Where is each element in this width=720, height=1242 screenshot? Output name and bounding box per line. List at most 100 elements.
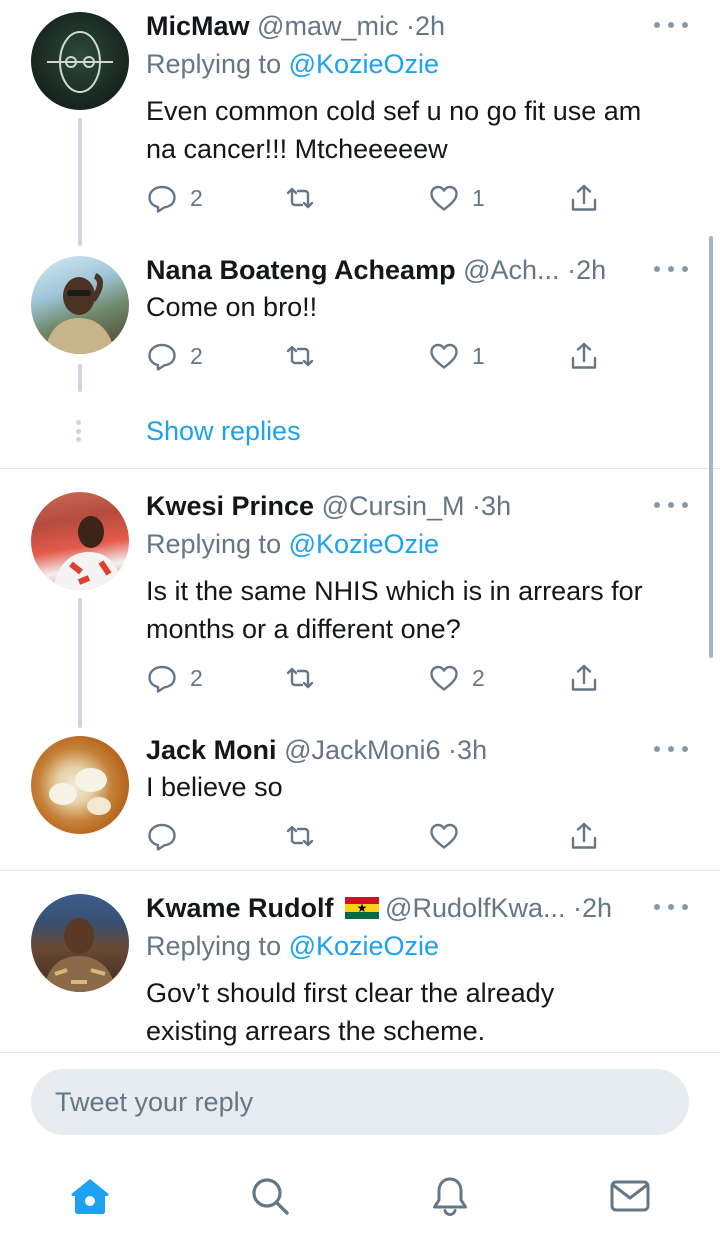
user-handle[interactable]: @maw_mic (257, 11, 398, 41)
reply-bar (0, 1052, 720, 1152)
tweet-header: Jack Moni @JackMoni6 ·3h (146, 730, 646, 770)
avatar[interactable] (31, 894, 129, 992)
avatar[interactable] (31, 256, 129, 354)
retweet-icon (286, 825, 314, 847)
divider (0, 468, 720, 469)
share-button[interactable] (568, 178, 600, 218)
heart-icon (430, 185, 458, 211)
replying-to-prefix: Replying to (146, 931, 289, 961)
heart-icon (430, 343, 458, 369)
user-handle[interactable]: @Ach... (463, 255, 559, 285)
share-icon (571, 184, 597, 211)
tweet-card[interactable]: MicMaw @maw_mic ·2h Replying to @KozieOz… (0, 0, 720, 246)
mail-icon (610, 1180, 650, 1212)
share-button[interactable] (568, 336, 600, 376)
tweet-text: Gov’t should first clear the already exi… (146, 974, 696, 1050)
user-handle[interactable]: @JackMoni6 (284, 735, 440, 765)
retweet-button[interactable] (284, 336, 328, 376)
thread-line (78, 364, 82, 392)
more-options-icon[interactable] (654, 742, 688, 756)
share-icon (571, 822, 597, 849)
tweet-card[interactable]: Nana Boateng Acheamp @Ach... ·2h Come on… (0, 248, 720, 468)
tweet-text: I believe so (146, 768, 696, 806)
more-options-icon[interactable] (654, 262, 688, 276)
tweet-text-line: I believe so (146, 772, 283, 802)
tweet-header: Kwesi Prince @Cursin_M ·3h (146, 486, 646, 526)
tweet-header: MicMaw @maw_mic ·2h (146, 6, 646, 46)
retweet-icon (286, 345, 314, 367)
home-icon (71, 1179, 109, 1214)
tweet-actions (146, 816, 616, 856)
mention-link[interactable]: @KozieOzie (289, 931, 439, 961)
tab-home[interactable] (68, 1174, 112, 1218)
like-button[interactable]: 1 (428, 178, 485, 218)
separator-dot: · (567, 255, 577, 285)
bell-icon (433, 1177, 467, 1217)
like-count: 2 (472, 664, 485, 691)
tweet-text-line: Gov’t should first clear the already (146, 978, 555, 1008)
retweet-button[interactable] (284, 658, 328, 698)
mention-link[interactable]: @KozieOzie (289, 49, 439, 79)
user-handle[interactable]: @RudolfKwa... (385, 893, 565, 923)
avatar[interactable] (31, 12, 129, 110)
more-options-icon[interactable] (654, 900, 688, 914)
replying-to: Replying to @KozieOzie (146, 44, 439, 84)
thread-line (78, 598, 82, 728)
tweet-card[interactable]: Kwesi Prince @Cursin_M ·3h Replying to @… (0, 480, 720, 728)
mention-link[interactable]: @KozieOzie (289, 529, 439, 559)
avatar[interactable] (31, 736, 129, 834)
tweet-card[interactable]: Jack Moni @JackMoni6 ·3h I believe so (0, 728, 720, 868)
user-name[interactable]: MicMaw (146, 11, 250, 41)
reply-button[interactable]: 2 (146, 658, 203, 698)
thread-line (78, 118, 82, 246)
like-button[interactable] (428, 816, 472, 856)
tweet-actions: 2 1 (146, 336, 616, 376)
replying-to-prefix: Replying to (146, 49, 289, 79)
more-replies-dots-icon (76, 420, 82, 442)
more-options-icon[interactable] (654, 498, 688, 512)
separator-dot: · (573, 893, 583, 923)
timestamp: 2h (414, 11, 446, 41)
tab-search[interactable] (248, 1174, 292, 1218)
user-name[interactable]: Nana Boateng Acheamp (146, 255, 456, 285)
separator-dot: · (472, 491, 482, 521)
avatar[interactable] (31, 492, 129, 590)
tweet-card[interactable]: Kwame Rudolf ★ @RudolfKwa... ·2h Replying… (0, 882, 720, 1052)
replying-to-prefix: Replying to (146, 529, 289, 559)
retweet-button[interactable] (284, 816, 328, 856)
user-handle[interactable]: @Cursin_M (322, 491, 465, 521)
share-icon (571, 664, 597, 691)
timestamp: 3h (481, 491, 512, 521)
reply-count: 2 (190, 664, 203, 691)
user-name[interactable]: Kwesi Prince (146, 491, 314, 521)
tweet-actions: 2 2 (146, 658, 616, 698)
heart-icon (430, 823, 458, 849)
reply-icon (148, 343, 176, 371)
divider (0, 870, 720, 871)
share-icon (571, 342, 597, 369)
tweet-text-line: Even common cold sef u no go fit use am (146, 96, 642, 126)
share-button[interactable] (568, 658, 600, 698)
reply-button[interactable] (146, 816, 190, 856)
search-icon (252, 1178, 289, 1215)
tweet-header: Kwame Rudolf ★ @RudolfKwa... ·2h (146, 888, 646, 928)
reply-thread-feed[interactable]: MicMaw @maw_mic ·2h Replying to @KozieOz… (0, 0, 720, 1052)
reply-button[interactable]: 2 (146, 336, 203, 376)
user-name[interactable]: Kwame Rudolf (146, 893, 334, 923)
tweet-text-line: existing arrears the scheme. (146, 1016, 486, 1046)
user-name[interactable]: Jack Moni (146, 735, 277, 765)
share-button[interactable] (568, 816, 600, 856)
scrollbar[interactable] (709, 236, 713, 658)
retweet-button[interactable] (284, 178, 328, 218)
like-button[interactable]: 2 (428, 658, 485, 698)
replying-to: Replying to @KozieOzie (146, 524, 439, 564)
reply-button[interactable]: 2 (146, 178, 203, 218)
more-options-icon[interactable] (654, 18, 688, 32)
tweet-text-line: Come on bro!! (146, 292, 318, 322)
tweet-reply-input[interactable] (31, 1069, 689, 1135)
like-button[interactable]: 1 (428, 336, 485, 376)
tab-messages[interactable] (608, 1174, 652, 1218)
show-replies-link[interactable]: Show replies (146, 411, 301, 451)
tweet-text-line: months or a different one? (146, 614, 461, 644)
tab-notifications[interactable] (428, 1174, 472, 1218)
